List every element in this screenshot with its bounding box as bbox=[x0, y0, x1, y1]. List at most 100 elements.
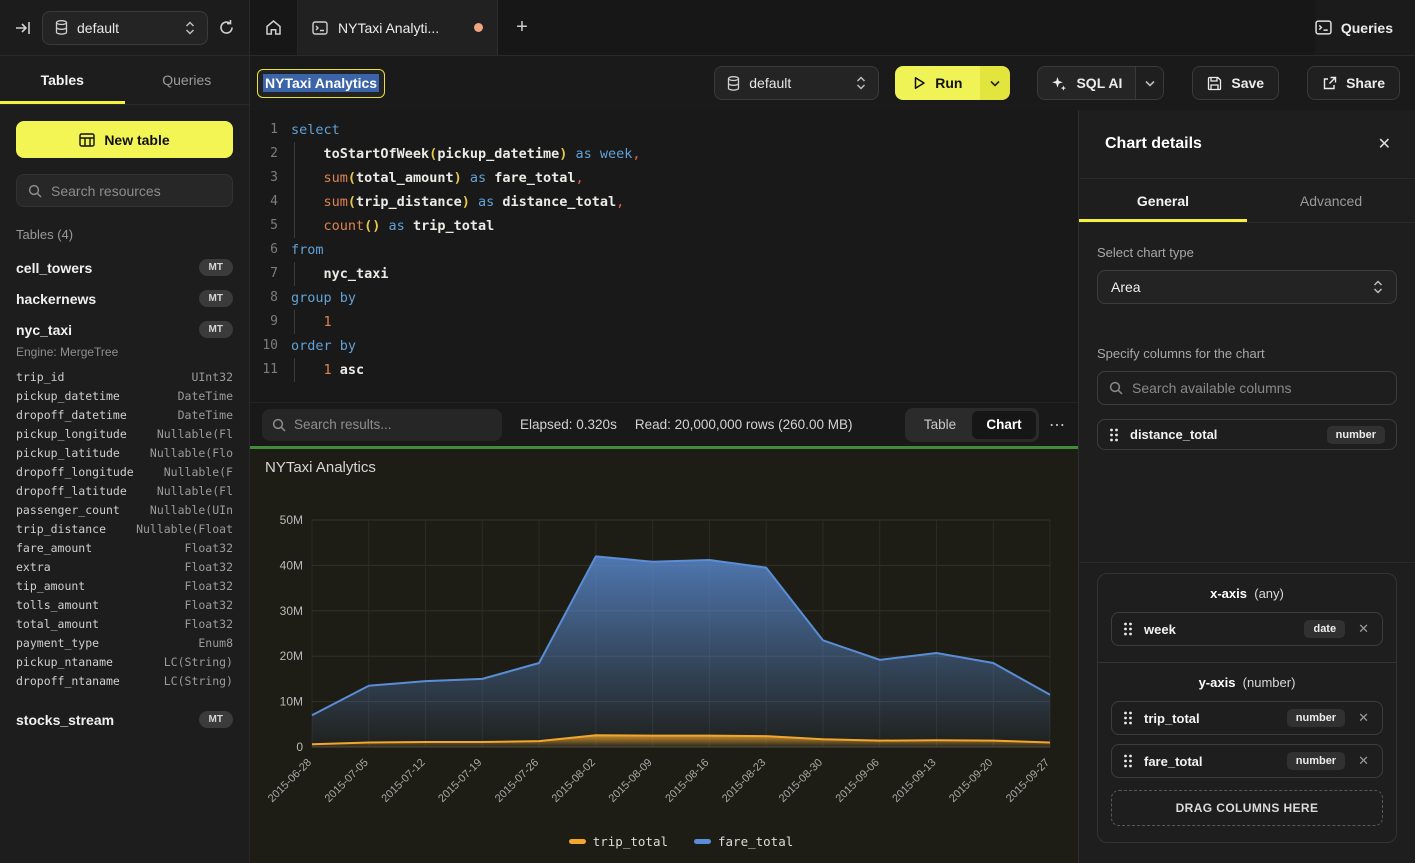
remove-column-icon[interactable]: ✕ bbox=[1356, 621, 1371, 637]
sql-ai-label: SQL AI bbox=[1076, 75, 1122, 91]
chart-type-label: Select chart type bbox=[1097, 245, 1397, 260]
queries-button[interactable]: Queries bbox=[1315, 20, 1393, 36]
chart-legend: trip_total fare_total bbox=[312, 834, 1050, 849]
column-name: fare_amount bbox=[16, 541, 92, 555]
column-type: Nullable(Fl bbox=[157, 427, 233, 441]
sql-ai-button[interactable]: SQL AI bbox=[1038, 75, 1135, 91]
column-name: passenger_count bbox=[16, 503, 120, 517]
columns-search[interactable] bbox=[1097, 371, 1397, 405]
column-chip-fare_total[interactable]: fare_totalnumber✕ bbox=[1111, 744, 1383, 778]
code-text: order by bbox=[291, 334, 356, 358]
drag-handle-icon[interactable] bbox=[1123, 754, 1133, 768]
rp-tab-general[interactable]: General bbox=[1079, 179, 1247, 222]
query-title-input[interactable]: NYTaxi Analytics bbox=[257, 69, 385, 98]
refresh-icon[interactable] bbox=[218, 19, 235, 36]
column-type: DateTime bbox=[178, 408, 233, 422]
column-name: extra bbox=[16, 560, 51, 574]
home-tab[interactable] bbox=[250, 0, 298, 55]
sql-editor[interactable]: 1select2 toStartOfWeek(pickup_datetime) … bbox=[250, 110, 1078, 402]
share-button[interactable]: Share bbox=[1307, 66, 1400, 100]
more-options-button[interactable]: ⋯ bbox=[1049, 415, 1066, 435]
column-chip-week[interactable]: weekdate✕ bbox=[1111, 612, 1383, 646]
code-line-8: 8group by bbox=[250, 286, 1078, 310]
chart-title: NYTaxi Analytics bbox=[250, 449, 1078, 476]
svg-text:2015-08-30: 2015-08-30 bbox=[777, 757, 825, 805]
home-icon bbox=[265, 19, 282, 36]
toolbar-database-selector[interactable]: default bbox=[714, 66, 879, 100]
topbar-right: Queries bbox=[1315, 0, 1415, 55]
svg-text:2015-08-23: 2015-08-23 bbox=[720, 757, 768, 805]
column-row: payment_typeEnum8 bbox=[0, 633, 249, 652]
table-item-nyc_taxi[interactable]: nyc_taxiMT bbox=[0, 314, 249, 345]
legend-item-trip_total[interactable]: trip_total bbox=[569, 834, 668, 849]
column-row: pickup_ntanameLC(String) bbox=[0, 652, 249, 671]
x-axis-name: x-axis bbox=[1210, 586, 1247, 601]
chart-details-panel: Chart details ✕ GeneralAdvanced Select c… bbox=[1078, 110, 1415, 863]
drag-handle-icon[interactable] bbox=[1123, 622, 1133, 636]
side-tab-tables[interactable]: Tables bbox=[0, 56, 125, 104]
column-name: trip_id bbox=[16, 370, 64, 384]
results-bar: Elapsed: 0.320s Read: 20,000,000 rows (2… bbox=[250, 402, 1078, 446]
database-selector-value: default bbox=[77, 20, 176, 36]
table-item-cell_towers[interactable]: cell_towersMT bbox=[0, 252, 249, 283]
column-chip-trip_total[interactable]: trip_totalnumber✕ bbox=[1111, 701, 1383, 735]
y-axis-name: y-axis bbox=[1199, 675, 1236, 690]
svg-text:2015-09-27: 2015-09-27 bbox=[1004, 757, 1052, 805]
run-options-button[interactable] bbox=[980, 66, 1010, 100]
column-type: Float32 bbox=[185, 598, 233, 612]
sidebar-search[interactable] bbox=[16, 174, 233, 207]
remove-column-icon[interactable]: ✕ bbox=[1356, 753, 1371, 769]
table-item-hackernews[interactable]: hackernewsMT bbox=[0, 283, 249, 314]
code-text: count() as trip_total bbox=[291, 214, 494, 238]
svg-text:0: 0 bbox=[296, 740, 303, 754]
sql-ai-options-button[interactable] bbox=[1135, 67, 1163, 99]
line-number: 1 bbox=[250, 118, 278, 142]
close-icon[interactable]: ✕ bbox=[1378, 134, 1391, 154]
run-button[interactable]: Run bbox=[895, 66, 980, 100]
results-search[interactable] bbox=[262, 409, 502, 441]
rp-tab-advanced[interactable]: Advanced bbox=[1247, 179, 1415, 222]
new-table-label: New table bbox=[104, 132, 169, 148]
code-text: 1 asc bbox=[291, 358, 364, 382]
column-row: pickup_latitudeNullable(Flo bbox=[0, 443, 249, 462]
drag-handle-icon[interactable] bbox=[1123, 711, 1133, 725]
new-table-button[interactable]: New table bbox=[16, 121, 233, 158]
collapse-sidebar-icon[interactable] bbox=[14, 19, 32, 37]
results-search-input[interactable] bbox=[294, 417, 492, 432]
column-chip-distance_total[interactable]: distance_totalnumber bbox=[1097, 419, 1397, 450]
column-row: trip_distanceNullable(Float bbox=[0, 519, 249, 538]
chevron-down-icon bbox=[1145, 80, 1155, 87]
remove-column-icon[interactable]: ✕ bbox=[1356, 710, 1371, 726]
column-type: LC(String) bbox=[164, 655, 233, 669]
side-tab-queries[interactable]: Queries bbox=[125, 56, 250, 104]
code-line-3: 3 sum(total_amount) as fare_total, bbox=[250, 166, 1078, 190]
save-button-label: Save bbox=[1231, 75, 1264, 91]
new-tab-button[interactable]: + bbox=[498, 0, 546, 55]
area-chart[interactable]: 010M20M30M40M50M2015-06-282015-07-052015… bbox=[250, 476, 1078, 806]
legend-item-fare_total[interactable]: fare_total bbox=[694, 834, 793, 849]
drag-columns-dropzone[interactable]: DRAG COLUMNS HERE bbox=[1111, 790, 1383, 826]
toolbar-database-value: default bbox=[749, 75, 847, 91]
tab-nytaxi-analytics[interactable]: NYTaxi Analyti... bbox=[298, 0, 498, 55]
table-item-stocks_stream[interactable]: stocks_streamMT bbox=[0, 704, 249, 735]
column-type: Nullable(F bbox=[164, 465, 233, 479]
view-toggle-table[interactable]: Table bbox=[908, 411, 972, 439]
svg-text:30M: 30M bbox=[280, 604, 303, 618]
columns-search-input[interactable] bbox=[1132, 380, 1385, 396]
legend-swatch bbox=[694, 839, 711, 844]
line-number: 7 bbox=[250, 262, 278, 286]
drag-handle-icon[interactable] bbox=[1109, 428, 1119, 442]
read-stat: Read: 20,000,000 rows (260.00 MB) bbox=[635, 417, 853, 432]
view-toggle-chart[interactable]: Chart bbox=[972, 411, 1036, 439]
column-type: Float32 bbox=[185, 541, 233, 555]
engine-badge: MT bbox=[199, 711, 233, 728]
elapsed-stat: Elapsed: 0.320s bbox=[520, 417, 617, 432]
chart-type-select[interactable]: Area bbox=[1097, 270, 1397, 304]
column-row: dropoff_longitudeNullable(F bbox=[0, 462, 249, 481]
sidebar-search-input[interactable] bbox=[51, 183, 221, 199]
chart-details-body: Select chart type Area Specify columns f… bbox=[1079, 223, 1415, 863]
database-selector[interactable]: default bbox=[42, 11, 208, 45]
column-type: Nullable(Float bbox=[136, 522, 233, 536]
save-button[interactable]: Save bbox=[1192, 66, 1279, 100]
query-title-value: NYTaxi Analytics bbox=[263, 74, 379, 92]
